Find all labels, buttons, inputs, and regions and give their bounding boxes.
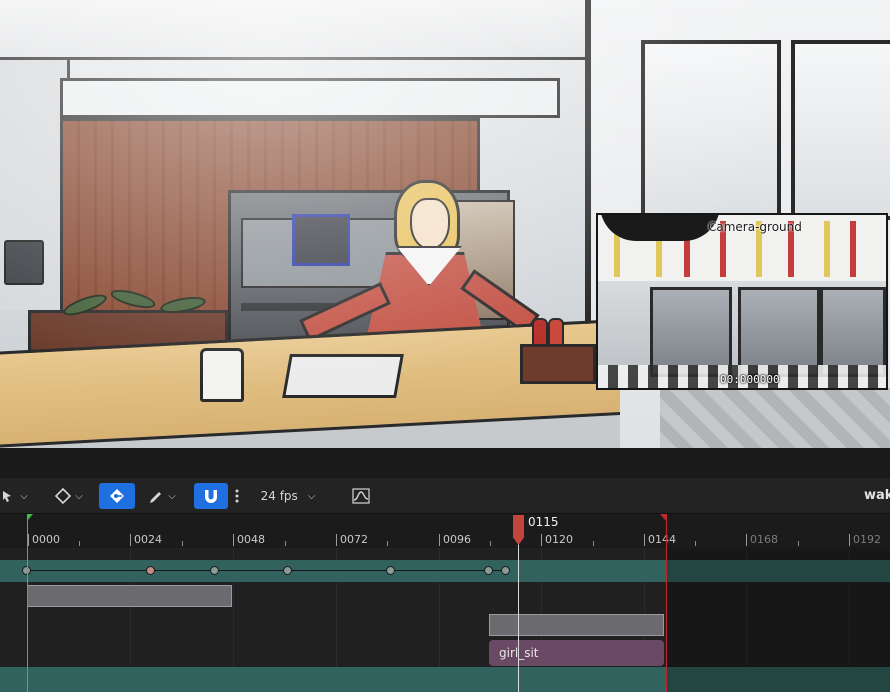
transform-tool-button[interactable]: ⌵ xyxy=(0,483,30,509)
playback-start-marker[interactable] xyxy=(27,514,28,692)
snap-options-button[interactable] xyxy=(229,483,245,509)
sequence-name[interactable]: wake xyxy=(864,488,890,503)
curve-editor-button[interactable] xyxy=(349,483,373,509)
draw-tool-button[interactable]: ⌵ xyxy=(142,483,182,509)
window-pane xyxy=(791,40,890,220)
playback-end-marker[interactable] xyxy=(666,514,667,692)
keyframe[interactable] xyxy=(501,566,510,575)
wall-monitor xyxy=(292,214,350,266)
ruler-tick xyxy=(28,534,29,546)
sequencer-toolbar: ⌵ ⌵ ⌵ 24 fps ⌵ xyxy=(0,478,890,514)
ruler-tick xyxy=(849,534,850,546)
ruler-tick xyxy=(233,534,234,546)
ruler-label: 0024 xyxy=(134,533,162,546)
timeline-ruler[interactable]: 0000 0024 0048 0072 0096 0120 0144 0168 … xyxy=(0,514,890,548)
keyframe[interactable] xyxy=(283,566,292,575)
start-marker-flag[interactable] xyxy=(27,514,33,521)
sign-stripe xyxy=(850,221,856,277)
ruler-label: 0072 xyxy=(340,533,368,546)
preview-window xyxy=(820,287,886,377)
preview-window xyxy=(650,287,732,377)
curve-editor-icon xyxy=(352,488,370,504)
ruler-tick xyxy=(541,534,542,546)
snap-magnet-icon xyxy=(205,490,217,503)
chevron-down-icon: ⌵ xyxy=(20,490,28,502)
chevron-down-icon: ⌵ xyxy=(75,490,83,502)
ruler-tick xyxy=(798,541,799,546)
preview-window xyxy=(738,287,820,377)
ruler-tick xyxy=(644,534,645,546)
end-marker-flag[interactable] xyxy=(660,514,666,521)
chevron-down-icon: ⌵ xyxy=(168,490,176,502)
preview-timecode: 00:000000 xyxy=(720,373,780,386)
playhead-line[interactable] xyxy=(518,540,519,692)
condiment-caddy xyxy=(520,344,596,384)
character-face xyxy=(410,198,450,250)
chevron-down-icon: ⌵ xyxy=(307,490,316,502)
scene-viewport[interactable]: Camera-ground 00:000000 xyxy=(0,0,890,448)
pos-terminal xyxy=(4,240,44,285)
ruler-label: 0048 xyxy=(237,533,265,546)
ruler-tick xyxy=(593,541,594,546)
keyframe-button[interactable]: ⌵ xyxy=(50,483,88,509)
ruler-tick xyxy=(182,541,183,546)
cash-register xyxy=(282,354,404,398)
ruler-label: 0168 xyxy=(750,533,778,546)
camera-label: Camera-ground xyxy=(708,220,802,234)
ruler-tick xyxy=(285,541,286,546)
ruler-tick xyxy=(387,541,388,546)
playhead-frame: 0115 xyxy=(528,515,559,529)
snap-toggle-button[interactable] xyxy=(194,483,228,509)
ruler-label: 0144 xyxy=(648,533,676,546)
auto-key-icon xyxy=(110,489,124,503)
camera-preview[interactable]: Camera-ground 00:000000 xyxy=(596,213,888,390)
animation-clip[interactable] xyxy=(27,585,232,607)
keyframe-connector xyxy=(26,570,506,571)
keyframe[interactable] xyxy=(146,566,155,575)
ruler-tick xyxy=(79,541,80,546)
fps-label: 24 fps xyxy=(260,489,298,503)
track-area[interactable]: girl_sit xyxy=(0,548,890,692)
keyframe-diamond-icon xyxy=(55,488,72,504)
window-pane xyxy=(641,40,781,220)
keyframe[interactable] xyxy=(386,566,395,575)
keyframe[interactable] xyxy=(210,566,219,575)
transform-tool-icon xyxy=(3,491,12,502)
subsequence-clip[interactable]: girl_sit xyxy=(489,640,664,666)
ruler-tick xyxy=(695,541,696,546)
sign-stripe xyxy=(824,221,830,277)
ruler-tick xyxy=(336,534,337,546)
out-of-range-shade xyxy=(666,548,890,692)
ruler-label: 0000 xyxy=(32,533,60,546)
keyframe[interactable] xyxy=(484,566,493,575)
more-options-icon xyxy=(235,489,239,503)
ruler-label: 0192 xyxy=(853,533,881,546)
ruler-label: 0096 xyxy=(443,533,471,546)
auto-key-button[interactable] xyxy=(99,483,135,509)
animation-clip[interactable] xyxy=(489,614,664,636)
ceiling xyxy=(0,0,590,60)
pencil-icon xyxy=(150,492,162,503)
checkered-floor xyxy=(660,388,890,448)
ceiling-beam xyxy=(60,78,560,118)
fps-dropdown[interactable]: 24 fps ⌵ xyxy=(256,483,320,509)
ruler-tick xyxy=(130,534,131,546)
panel-divider xyxy=(0,448,890,478)
ruler-tick xyxy=(490,541,491,546)
ruler-label: 0120 xyxy=(545,533,573,546)
ruler-tick xyxy=(746,534,747,546)
ruler-tick xyxy=(439,534,440,546)
napkin-holder xyxy=(200,348,244,402)
